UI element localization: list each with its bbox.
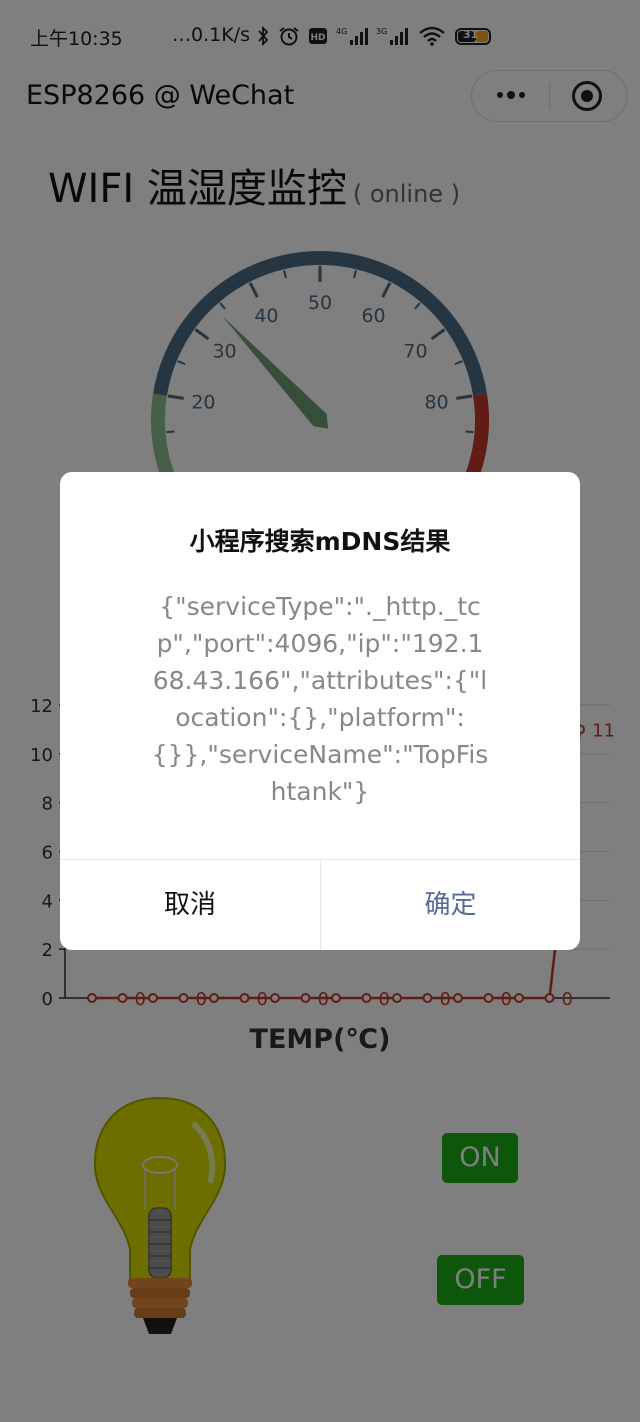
dialog-title: 小程序搜索mDNS结果 <box>189 527 451 556</box>
confirm-button[interactable]: 确定 <box>321 860 580 950</box>
dialog-footer: 取消 确定 <box>60 859 580 950</box>
dialog-content: {"serviceType":"._http._tcp","port":4096… <box>151 592 489 806</box>
mdns-result-dialog: 小程序搜索mDNS结果 {"serviceType":"._http._tcp"… <box>60 472 580 950</box>
cancel-button[interactable]: 取消 <box>60 860 320 950</box>
